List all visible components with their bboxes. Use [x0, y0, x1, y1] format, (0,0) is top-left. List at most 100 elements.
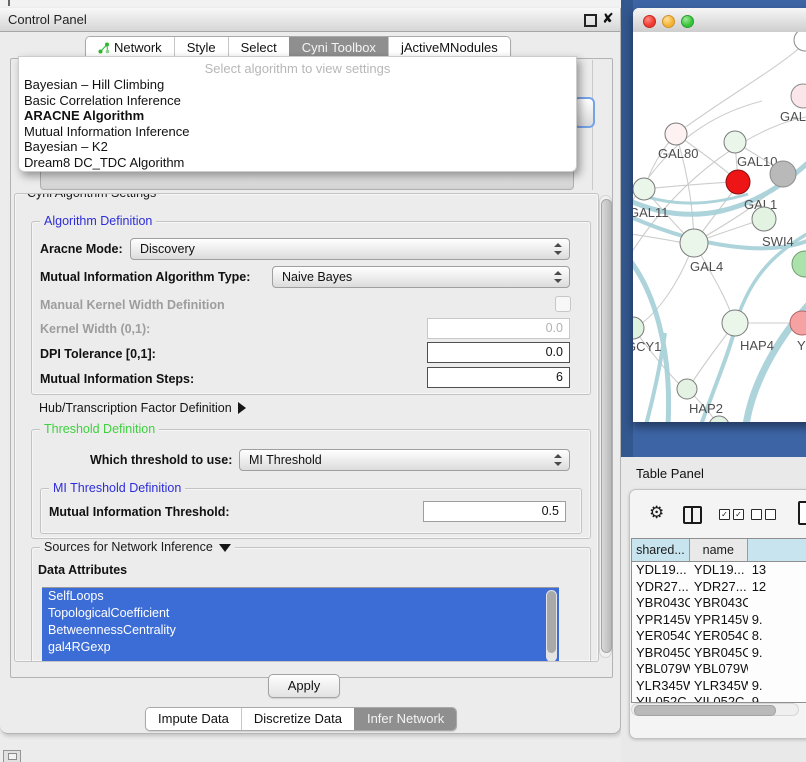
network-node-swi4[interactable]: [752, 207, 776, 231]
network-node-label: SWI4: [762, 234, 794, 249]
apply-button[interactable]: Apply: [268, 674, 340, 698]
collapse-down-icon: [219, 544, 231, 552]
network-node[interactable]: [792, 251, 806, 277]
aracne-mode-select[interactable]: Discovery: [130, 238, 570, 260]
tab-label: Discretize Data: [254, 708, 342, 730]
minimize-traffic-light[interactable]: [662, 15, 675, 28]
zoom-traffic-light[interactable]: [681, 15, 694, 28]
network-view-window: GALGAL80GAL10GAL1GAL11SWI4GAL4GCY1HAP4YH…: [633, 8, 806, 422]
data-attribute-item[interactable]: BetweennessCentrality: [42, 622, 559, 639]
table-cell: 13: [748, 562, 806, 579]
data-attribute-item[interactable]: TopologicalCoefficient: [42, 605, 559, 622]
network-node-gal1[interactable]: [726, 170, 750, 194]
columns-icon[interactable]: [683, 506, 702, 524]
sources-group-title[interactable]: Sources for Network Inference: [40, 540, 235, 555]
network-node-hap4[interactable]: [722, 310, 748, 336]
table-cell: YER054C: [632, 628, 690, 645]
tab-label: Impute Data: [158, 708, 229, 730]
stepper-arrows-icon: [554, 453, 562, 467]
close-traffic-light[interactable]: [643, 15, 656, 28]
table-row[interactable]: YLR345WYLR345W9.: [632, 678, 806, 695]
network-node-hap2[interactable]: [677, 379, 697, 399]
network-node-gal80[interactable]: [665, 123, 687, 145]
table-cell: 9: [748, 694, 806, 703]
tab-discretize-data[interactable]: Discretize Data: [241, 708, 354, 730]
which-threshold-select[interactable]: MI Threshold: [239, 449, 570, 471]
data-attribute-item[interactable]: SelfLoops: [42, 588, 559, 605]
dpi-tolerance-label: DPI Tolerance [0,1]:: [40, 347, 156, 361]
data-attribute-item[interactable]: gal4RGexp: [42, 639, 559, 656]
attributes-scrollbar-thumb[interactable]: [547, 591, 556, 653]
control-panel-titlebar: Control Panel ✘: [0, 8, 620, 32]
algorithm-option[interactable]: Mutual Information Inference: [19, 124, 576, 140]
data-attributes-list[interactable]: SelfLoopsTopologicalCoefficientBetweenne…: [42, 587, 559, 662]
table-hscrollbar-thumb[interactable]: [634, 705, 776, 716]
table-cell: YIL052C: [690, 694, 748, 703]
network-node-y[interactable]: [790, 311, 806, 335]
table-row[interactable]: YBL079WYBL079W: [632, 661, 806, 678]
tab-impute-data[interactable]: Impute Data: [146, 708, 241, 730]
algorithm-option[interactable]: Basic Correlation Inference: [19, 93, 576, 109]
table-cell: YBL079W: [632, 661, 690, 678]
table-row[interactable]: YBR045CYBR045C9.: [632, 645, 806, 662]
dock-fragment-icon[interactable]: [3, 750, 21, 762]
dpi-tolerance-field[interactable]: 0.0: [427, 342, 570, 363]
tab-infer-network[interactable]: Infer Network: [354, 708, 456, 730]
table-column-header[interactable]: name: [690, 539, 748, 561]
network-canvas[interactable]: GALGAL80GAL10GAL1GAL11SWI4GAL4GCY1HAP4YH…: [633, 32, 806, 422]
table-cell: 9.: [748, 612, 806, 629]
mi-threshold-field[interactable]: 0.5: [423, 501, 566, 522]
float-window-icon[interactable]: [584, 14, 597, 27]
table-cell: 8.: [748, 628, 806, 645]
network-edges-teal: [633, 159, 806, 422]
table-cell: 9.: [748, 678, 806, 695]
kernel-width-field[interactable]: 0.0: [427, 318, 570, 339]
which-threshold-value: MI Threshold: [249, 453, 322, 467]
manual-kernel-width-checkbox[interactable]: [555, 296, 571, 312]
network-node-label: GAL4: [690, 259, 723, 274]
table-cell: YDR27...: [690, 579, 748, 596]
hub-tf-definition-section[interactable]: Hub/Transcription Factor Definition: [39, 401, 246, 415]
table-row[interactable]: YBR043CYBR043C: [632, 595, 806, 612]
algorithm-option[interactable]: ARACNE Algorithm: [19, 108, 576, 124]
expand-right-icon: [238, 402, 246, 414]
document-icon[interactable]: [798, 501, 806, 525]
network-node-gal4[interactable]: [680, 229, 708, 257]
table-row[interactable]: YPR145WYPR145W9.: [632, 612, 806, 629]
algorithm-option[interactable]: Bayesian – Hill Climbing: [19, 77, 576, 93]
algorithm-option[interactable]: Bayesian – K2: [19, 139, 576, 155]
table-row[interactable]: YER054CYER054C8.: [632, 628, 806, 645]
table-row[interactable]: YDR27...YDR27...12: [632, 579, 806, 596]
table-cell: YBL079W: [690, 661, 748, 678]
close-icon[interactable]: ✘: [602, 10, 614, 27]
table-row[interactable]: YDL19...YDL19...13: [632, 562, 806, 579]
algorithm-option[interactable]: Dream8 DC_TDC Algorithm: [19, 155, 576, 171]
attributes-scrollbar-track[interactable]: [546, 590, 557, 662]
hub-tf-definition-label: Hub/Transcription Factor Definition: [39, 401, 232, 415]
settings-scrollbar-track[interactable]: [599, 195, 612, 658]
table-row[interactable]: YIL052CYIL052C9: [632, 694, 806, 703]
deselect-all-checkboxes-icon[interactable]: [751, 509, 776, 520]
select-all-checkboxes-icon[interactable]: ✓✓: [719, 509, 744, 520]
network-node-gal10[interactable]: [724, 131, 746, 153]
network-node-label: GAL: [780, 109, 806, 124]
mi-algorithm-type-select[interactable]: Naive Bayes: [272, 266, 570, 288]
network-node-gal11[interactable]: [633, 178, 655, 200]
cyni-settings-group-title: Cyni Algorithm Settings: [23, 193, 160, 201]
table-column-header[interactable]: [748, 539, 806, 561]
network-node-gal[interactable]: [791, 84, 806, 108]
network-node[interactable]: [794, 32, 806, 51]
table-header-row: shared...name: [632, 539, 806, 562]
table-hscrollbar-track[interactable]: [631, 703, 799, 716]
data-attributes-label: Data Attributes: [38, 563, 127, 577]
settings-scrollbar-thumb[interactable]: [601, 199, 612, 653]
table-cell: YDL19...: [690, 562, 748, 579]
gear-icon[interactable]: ⚙: [649, 504, 664, 522]
table-column-header[interactable]: shared...: [632, 539, 690, 561]
mi-steps-field[interactable]: 6: [427, 367, 570, 388]
threshold-definition-group: Threshold Definition Which threshold to …: [31, 429, 591, 539]
network-node-gcy1[interactable]: [633, 317, 644, 339]
node-attribute-table: shared...name YDL19...YDL19...13YDR27...…: [631, 538, 806, 703]
network-node[interactable]: [770, 161, 796, 187]
tab-label: Infer Network: [367, 708, 444, 730]
